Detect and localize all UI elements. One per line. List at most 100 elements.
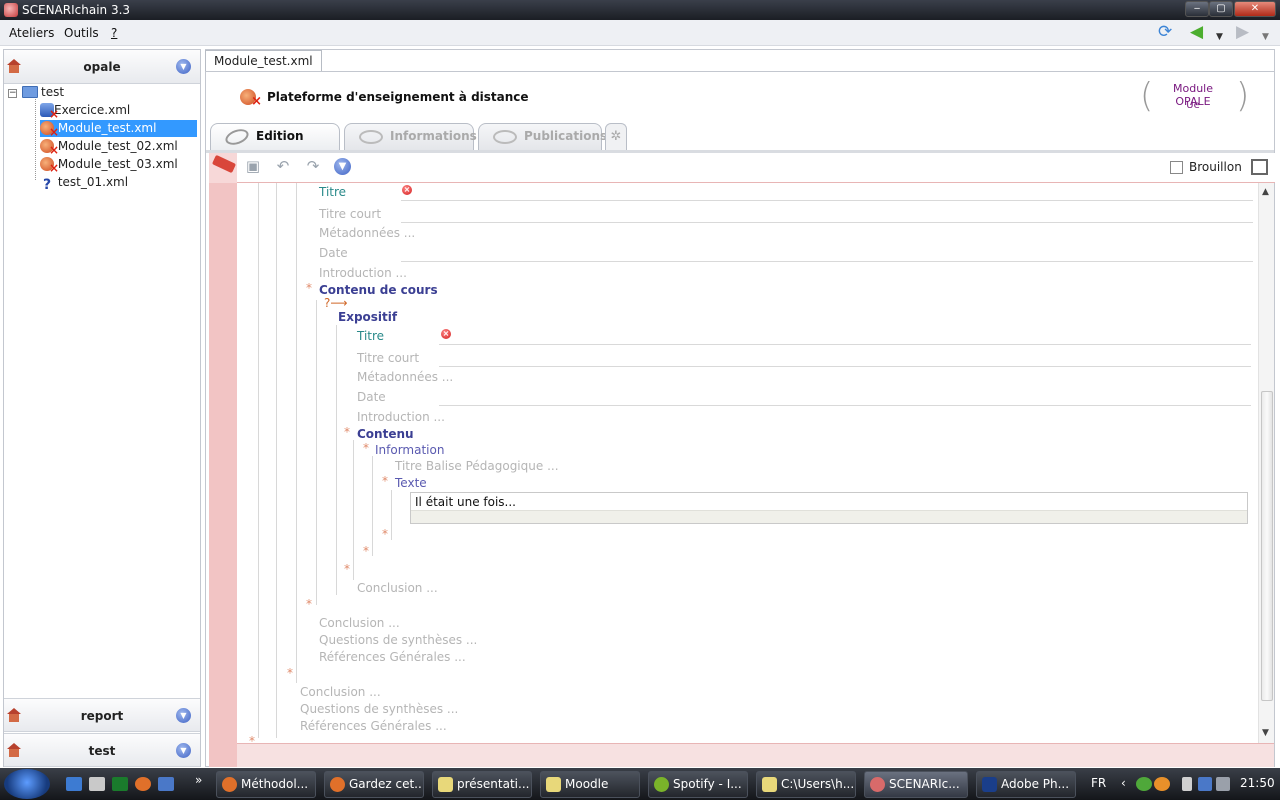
field-expositif-metadonnees[interactable]: Métadonnées ... bbox=[357, 370, 453, 384]
terminal-icon[interactable] bbox=[112, 777, 128, 791]
insert-marker-icon[interactable]: * bbox=[382, 527, 388, 541]
collapse-toggle[interactable]: − bbox=[8, 89, 17, 98]
document-icon bbox=[546, 777, 561, 792]
tab-informations[interactable]: Informations bbox=[344, 123, 477, 150]
workshop-opale[interactable]: opale ▼ bbox=[4, 50, 200, 84]
task-spotify[interactable]: Spotify - I... bbox=[648, 771, 748, 798]
gear-icon[interactable]: ✲ bbox=[605, 123, 627, 150]
scroll-up-icon[interactable]: ▲ bbox=[1262, 187, 1269, 197]
tab-publications[interactable]: Publications bbox=[478, 123, 607, 150]
back-arrow-icon[interactable]: ◀ bbox=[1190, 24, 1203, 41]
tree-item-exercice[interactable]: Exercice.xml bbox=[40, 102, 136, 120]
tray-expand-icon[interactable]: ‹ bbox=[1121, 776, 1126, 790]
field-expositif-conclusion[interactable]: Conclusion ... bbox=[357, 581, 438, 595]
field-expositif-introduction[interactable]: Introduction ... bbox=[357, 410, 445, 424]
field-titre-input[interactable] bbox=[401, 200, 1253, 201]
forward-history-icon[interactable]: ▼ bbox=[1262, 29, 1269, 46]
save-icon[interactable]: ▣ bbox=[244, 157, 262, 175]
options-menu-icon[interactable]: ▼ bbox=[334, 158, 351, 175]
explorer-icon[interactable] bbox=[158, 777, 174, 791]
insert-marker-icon[interactable]: * bbox=[306, 281, 312, 295]
tray-device-icon[interactable] bbox=[1182, 777, 1192, 791]
task-explorer[interactable]: C:\Users\h... bbox=[756, 771, 856, 798]
tree-item-module-test-03[interactable]: Module_test_03.xml bbox=[40, 156, 178, 174]
language-indicator[interactable]: FR bbox=[1091, 776, 1106, 790]
field-expositif-date-input[interactable] bbox=[439, 405, 1251, 406]
field-metadonnees[interactable]: Métadonnées ... bbox=[319, 226, 415, 240]
redo-icon[interactable]: ↷ bbox=[304, 157, 322, 175]
tree-item-module-test[interactable]: Module_test.xml bbox=[40, 120, 197, 138]
workshop-test[interactable]: test ▼ bbox=[4, 733, 200, 767]
maximize-button[interactable]: ▢ bbox=[1209, 1, 1233, 17]
field-expositif-titre-input[interactable] bbox=[439, 344, 1251, 345]
field-conclusion[interactable]: Conclusion ... bbox=[319, 616, 400, 630]
maximize-editor-icon[interactable] bbox=[1251, 159, 1268, 175]
task-presentation[interactable]: présentati... bbox=[432, 771, 532, 798]
insert-marker-icon[interactable]: * bbox=[344, 425, 350, 439]
field-titre-court-input[interactable] bbox=[401, 222, 1253, 223]
tree-item-label: Module_test.xml bbox=[57, 121, 157, 135]
scroll-down-icon[interactable]: ▼ bbox=[1262, 728, 1269, 738]
field-questions[interactable]: Questions de synthèses ... bbox=[319, 633, 477, 647]
choice-arrow-icon[interactable]: ?⟶ bbox=[324, 296, 348, 310]
insert-marker-icon[interactable]: * bbox=[306, 597, 312, 611]
document-title: Plateforme d'enseignement à distance bbox=[267, 90, 529, 104]
tree-item-test-01[interactable]: ? test_01.xml bbox=[40, 174, 128, 193]
field-references[interactable]: Références Générales ... bbox=[319, 650, 466, 664]
minimize-button[interactable]: ‒ bbox=[1185, 1, 1209, 17]
task-methodol[interactable]: Méthodol... bbox=[216, 771, 316, 798]
insert-marker-icon[interactable]: * bbox=[382, 474, 388, 488]
task-label: SCENARIc... bbox=[889, 777, 960, 791]
texte-editor[interactable]: Il était une fois... bbox=[410, 492, 1248, 524]
field-module-conclusion[interactable]: Conclusion ... bbox=[300, 685, 381, 699]
field-expositif-titre-court-input[interactable] bbox=[439, 366, 1251, 367]
task-moodle[interactable]: Moodle bbox=[540, 771, 640, 798]
forward-arrow-icon[interactable]: ▶ bbox=[1236, 24, 1249, 41]
insert-marker-icon[interactable]: * bbox=[363, 544, 369, 558]
close-button[interactable]: ✕ bbox=[1234, 1, 1276, 17]
tray-spotify-icon[interactable] bbox=[1136, 777, 1152, 791]
field-expositif-titre-court: Titre court bbox=[357, 351, 420, 365]
menu-outils[interactable]: Outils bbox=[64, 26, 99, 40]
texte-value[interactable]: Il était une fois... bbox=[415, 495, 516, 509]
editor-toolbar bbox=[209, 153, 1275, 183]
field-module-references[interactable]: Références Générales ... bbox=[300, 719, 447, 733]
file-tab[interactable]: Module_test.xml bbox=[205, 50, 322, 71]
tray-app-icon[interactable] bbox=[1154, 777, 1170, 791]
tree-root-test[interactable]: test bbox=[41, 84, 64, 101]
field-introduction[interactable]: Introduction ... bbox=[319, 266, 407, 280]
task-gardez[interactable]: Gardez cet... bbox=[324, 771, 424, 798]
workshop-name: report bbox=[80, 709, 124, 723]
task-photoshop[interactable]: Adobe Ph... bbox=[976, 771, 1076, 798]
insert-marker-icon[interactable]: * bbox=[363, 441, 369, 455]
vertical-scrollbar[interactable]: ▲ ▼ bbox=[1258, 183, 1274, 743]
insert-marker-icon[interactable]: * bbox=[344, 562, 350, 576]
tree-item-module-test-02[interactable]: Module_test_02.xml bbox=[40, 138, 178, 156]
insert-marker-icon[interactable]: * bbox=[287, 666, 293, 680]
workshop-report[interactable]: report ▼ bbox=[4, 698, 200, 732]
refresh-icon[interactable]: ⟳ bbox=[1158, 24, 1172, 41]
start-button[interactable] bbox=[4, 769, 50, 799]
clock[interactable]: 21:50 bbox=[1240, 776, 1275, 790]
task-scenari[interactable]: SCENARIc... bbox=[864, 771, 968, 798]
draft-checkbox[interactable] bbox=[1170, 161, 1183, 174]
firefox-icon[interactable] bbox=[135, 777, 151, 791]
show-desktop-icon[interactable] bbox=[66, 777, 82, 791]
workshop-menu-icon[interactable]: ▼ bbox=[176, 59, 191, 74]
network-icon[interactable] bbox=[1198, 777, 1212, 791]
editor-gutter bbox=[209, 183, 237, 767]
field-date-input[interactable] bbox=[401, 261, 1253, 262]
volume-icon[interactable] bbox=[1216, 777, 1230, 791]
workshop-menu-icon[interactable]: ▼ bbox=[176, 708, 191, 723]
back-history-icon[interactable]: ▼ bbox=[1216, 29, 1223, 46]
tab-edition-opale[interactable]: Edition Opale bbox=[210, 123, 340, 168]
undo-icon[interactable]: ↶ bbox=[274, 157, 292, 175]
notepad-icon[interactable] bbox=[89, 777, 105, 791]
field-titre-balise[interactable]: Titre Balise Pédagogique ... bbox=[395, 459, 559, 473]
menu-help[interactable]: ? bbox=[111, 26, 117, 40]
field-module-questions[interactable]: Questions de synthèses ... bbox=[300, 702, 458, 716]
scroll-thumb[interactable] bbox=[1261, 391, 1273, 701]
workshop-menu-icon[interactable]: ▼ bbox=[176, 743, 191, 758]
menu-ateliers[interactable]: Ateliers bbox=[9, 26, 54, 40]
quicklaunch-more-icon[interactable]: » bbox=[195, 773, 202, 787]
